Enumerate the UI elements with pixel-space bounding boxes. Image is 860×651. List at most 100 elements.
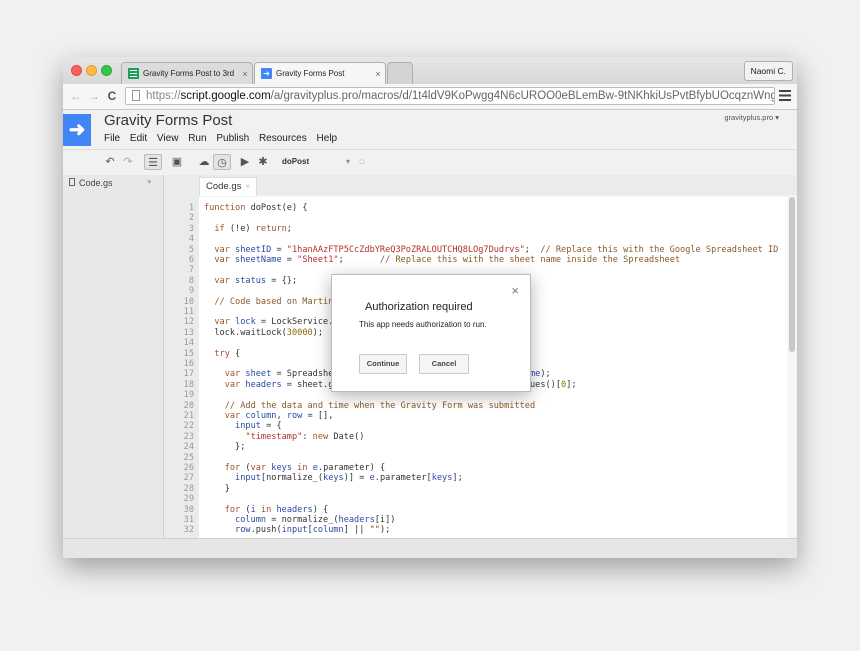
deploy-cloud-icon[interactable]: ☁ <box>196 154 212 170</box>
code-line: 27 input[normalize_(keys)] = e.parameter… <box>164 473 784 483</box>
line-number: 12 <box>183 317 194 328</box>
code-token: ; <box>338 255 380 265</box>
lightbulb-icon[interactable]: ○ <box>355 154 369 170</box>
menu-resources[interactable]: Resources <box>259 133 307 144</box>
browser-tab-gravity-forms-post[interactable]: ➜ Gravity Forms Post × <box>254 62 386 84</box>
line-number: 3 <box>188 223 194 234</box>
code-token: // Add the data and time when the Gravit… <box>204 400 536 411</box>
menu-help[interactable]: Help <box>317 133 338 144</box>
code-token: doPost(e) { <box>250 203 308 213</box>
code-token: : <box>302 431 313 442</box>
code-line: 1 function doPost(e) { <box>164 203 784 213</box>
hamburger-menu-icon[interactable] <box>779 90 791 101</box>
code-token: for <box>204 463 246 473</box>
code-token: keys <box>431 473 453 484</box>
url-path: /a/gravityplus.pro/macros/d/1t4ldV9KoPwg… <box>270 90 775 102</box>
zoom-window-button[interactable] <box>101 65 112 76</box>
save-icon[interactable]: ▣ <box>170 154 184 170</box>
code-token: input <box>204 473 261 484</box>
back-arrow-icon[interactable]: ← <box>69 88 83 104</box>
code-token: in <box>292 463 313 473</box>
code-token: { <box>235 348 241 359</box>
code-text: for (i in headers) { <box>204 505 329 515</box>
address-bar[interactable]: https://script.google.com/a/gravityplus.… <box>125 87 775 105</box>
code-token: var <box>204 244 236 255</box>
account-menu[interactable]: gravityplus.pro ▾ <box>724 113 779 122</box>
file-name: Code.gs <box>79 178 113 188</box>
code-token: .parameter[ <box>374 473 432 484</box>
continue-button[interactable]: Continue <box>359 354 407 374</box>
code-line: 6 var sheetName = "Sheet1"; // Replace t… <box>164 255 784 265</box>
reload-icon[interactable]: C <box>105 88 119 104</box>
code-token: = LockService.g <box>255 317 339 328</box>
new-tab-button[interactable] <box>387 62 413 84</box>
cancel-button[interactable]: Cancel <box>419 354 469 374</box>
line-number: 24 <box>183 442 194 453</box>
code-token: [i]) <box>374 515 396 525</box>
tab-close-icon[interactable]: × <box>238 69 252 79</box>
sidebar-file-code-gs[interactable]: Code.gs ▾ <box>69 178 157 188</box>
chevron-down-icon[interactable]: ▾ <box>147 178 151 186</box>
code-token: = [], <box>302 411 334 421</box>
menu-publish[interactable]: Publish <box>216 133 249 144</box>
forward-arrow-icon[interactable]: → <box>87 88 101 104</box>
tab-code-gs[interactable]: Code.gs × <box>199 177 258 196</box>
code-text: var column, row = [], <box>204 411 334 421</box>
authorization-dialog: × Authorization required This app needs … <box>331 274 531 392</box>
apps-script-logo-icon[interactable]: ➜ <box>63 114 91 146</box>
code-line: 30 for (i in headers) { <box>164 505 784 515</box>
status-bar <box>63 538 797 558</box>
close-icon[interactable]: × <box>511 283 519 298</box>
code-token: )] = <box>343 473 370 484</box>
code-token: ); <box>540 369 551 380</box>
code-token: var <box>250 463 272 473</box>
code-text: for (var keys in e.parameter) { <box>204 463 385 473</box>
line-number: 13 <box>183 327 194 338</box>
url-host: script.google.com <box>180 90 271 102</box>
project-title[interactable]: Gravity Forms Post <box>104 112 232 129</box>
run-icon[interactable]: ▶ <box>239 154 251 170</box>
dialog-title: Authorization required <box>365 301 473 313</box>
code-token: = { <box>260 421 282 432</box>
indent-icon[interactable]: ☰ <box>144 154 162 170</box>
debug-bug-icon[interactable]: ✱ <box>256 154 270 170</box>
code-token: function <box>204 203 251 213</box>
function-select[interactable]: doPost ▾ <box>282 155 350 169</box>
line-number: 9 <box>188 286 194 297</box>
scrollbar-thumb[interactable] <box>789 197 795 352</box>
menu-run[interactable]: Run <box>188 133 206 144</box>
code-line: 22 input = { <box>164 421 784 431</box>
line-number: 6 <box>188 255 194 265</box>
menu-view[interactable]: View <box>157 133 179 144</box>
tab-strip: Gravity Forms Post to 3rd × ➜ Gravity Fo… <box>63 57 797 85</box>
menu-file[interactable]: File <box>104 133 120 144</box>
code-text: function doPost(e) { <box>204 203 308 213</box>
code-token: = {}; <box>266 275 298 286</box>
menu-edit[interactable]: Edit <box>130 133 147 144</box>
close-icon[interactable]: × <box>245 182 250 191</box>
app-header: ➜ Gravity Forms Post File Edit View Run … <box>63 110 797 148</box>
code-token: column <box>204 515 267 525</box>
close-window-button[interactable] <box>71 65 82 76</box>
code-token: ; <box>524 244 541 255</box>
code-token: lock.waitLock( <box>204 327 287 338</box>
line-number: 20 <box>183 400 194 411</box>
apps-script-icon: ➜ <box>261 68 272 79</box>
code-token: 30000 <box>286 327 313 338</box>
code-line: 4 <box>164 234 784 244</box>
redo-icon[interactable]: ↷ <box>121 154 135 170</box>
tab-close-icon[interactable]: × <box>371 69 385 79</box>
browser-tab-gravity-forms-post-to-3rd[interactable]: Gravity Forms Post to 3rd × <box>121 62 253 84</box>
minimize-window-button[interactable] <box>86 65 97 76</box>
profile-button[interactable]: Naomi C. <box>743 61 793 81</box>
triggers-clock-icon[interactable]: ◷ <box>213 154 231 170</box>
code-token: }; <box>204 442 246 453</box>
line-number: 27 <box>183 473 194 484</box>
code-text: var status = {}; <box>204 276 297 286</box>
code-token: ]; <box>452 473 463 484</box>
line-number: 29 <box>183 494 194 505</box>
editor-scrollbar[interactable] <box>787 197 797 538</box>
undo-icon[interactable]: ↶ <box>103 154 117 170</box>
code-token: ]; <box>566 379 577 390</box>
file-icon <box>69 178 75 186</box>
